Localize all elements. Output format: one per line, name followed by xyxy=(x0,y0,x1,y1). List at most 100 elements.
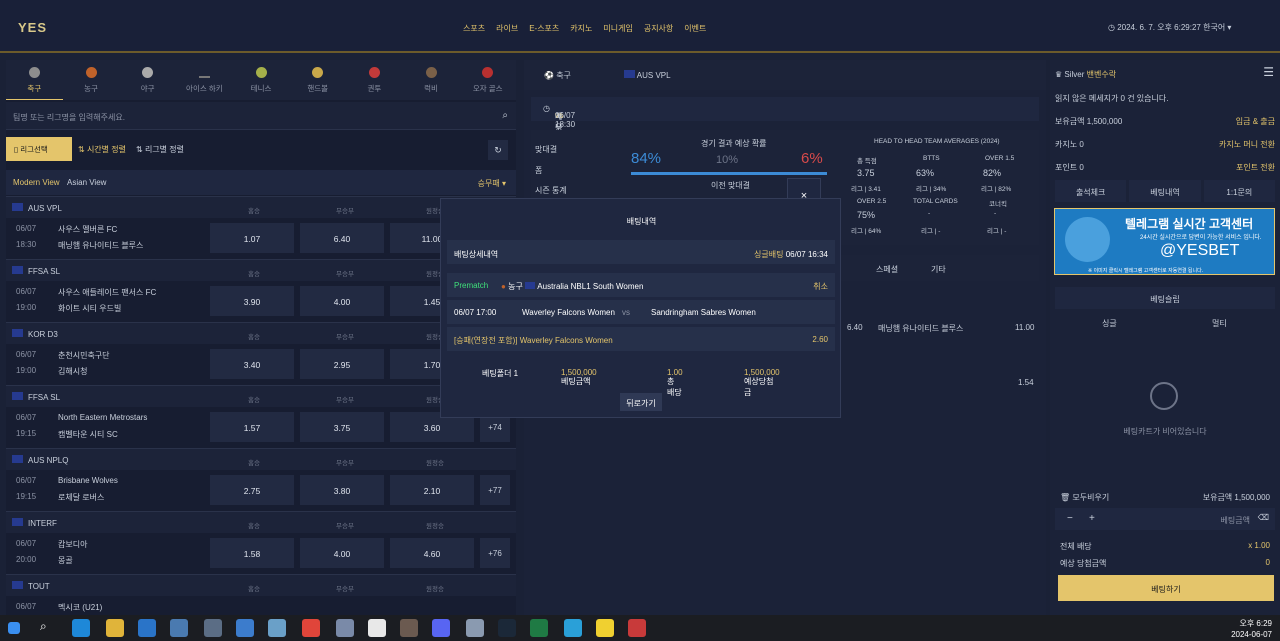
back-button[interactable]: 뒤로가기 xyxy=(620,393,662,411)
tab-baseball[interactable]: 야구 xyxy=(119,60,176,100)
sort-league-button[interactable]: ⇅ 리그별 정렬 xyxy=(136,144,184,155)
odd-away[interactable]: 2.10 xyxy=(390,475,474,505)
taskbar: ⌕ 오후 6:29 2024-06-07 xyxy=(0,615,1280,641)
modal-title: 배팅내역 xyxy=(626,217,657,226)
filter-row: ▯ 리그선택 ⇅ 시간별 정렬 ⇅ 리그별 정렬 ↻ xyxy=(6,137,516,163)
calculator-icon[interactable] xyxy=(204,619,222,637)
telegram-banner[interactable]: 텔레그램 실시간 고객센터 24시간 실시간으로 답변이 가능한 서비스 입니다… xyxy=(1054,208,1275,275)
search-icon[interactable]: ⌕ xyxy=(40,619,58,637)
tab-handball[interactable]: 핸드볼 xyxy=(289,60,346,100)
taskbar-clock[interactable]: 오후 6:29 2024-06-07 xyxy=(1231,618,1272,640)
folder-icon[interactable] xyxy=(106,619,124,637)
odd-draw[interactable]: 3.80 xyxy=(300,475,384,505)
odd-draw[interactable]: 3.75 xyxy=(300,412,384,442)
nav-sports[interactable]: 스포츠 xyxy=(463,23,485,34)
bet-amount-input[interactable]: − + 베팅금액 ⌫ xyxy=(1055,508,1275,530)
support-button[interactable]: 1:1문의 xyxy=(1203,180,1275,202)
flag-icon xyxy=(624,70,635,78)
point-convert-link[interactable]: 포인트 전환 xyxy=(1236,162,1275,173)
odd-home[interactable]: 1.57 xyxy=(210,412,294,442)
nav-event[interactable]: 이벤트 xyxy=(684,23,706,34)
market-odd[interactable]: 1.54 xyxy=(1018,378,1034,387)
odd-draw[interactable]: 4.00 xyxy=(300,538,384,568)
app-icon[interactable] xyxy=(170,619,188,637)
menu-icon[interactable]: ☰ xyxy=(1263,65,1274,79)
app-icon-3[interactable] xyxy=(336,619,354,637)
attendance-button[interactable]: 출석체크 xyxy=(1055,180,1127,202)
nav-notice[interactable]: 공지사항 xyxy=(644,23,673,34)
app-icon-2[interactable] xyxy=(268,619,286,637)
eraser-icon[interactable]: ⌫ xyxy=(1258,513,1269,522)
odd-away[interactable]: 4.60 xyxy=(390,538,474,568)
flag-icon xyxy=(12,455,23,463)
modern-view-button[interactable]: Modern View xyxy=(13,178,60,187)
nav-casino[interactable]: 카지노 xyxy=(570,23,592,34)
app-icon-6[interactable] xyxy=(628,619,646,637)
app-icon-4[interactable] xyxy=(400,619,418,637)
discord-icon[interactable] xyxy=(432,619,450,637)
unread-messages[interactable]: 읽지 않은 메세지가 0 건 있습니다. xyxy=(1055,93,1168,104)
more-markets-button[interactable]: +76 xyxy=(480,538,510,568)
mail-icon[interactable] xyxy=(138,619,156,637)
excel-icon[interactable] xyxy=(530,619,548,637)
kakaotalk-icon[interactable] xyxy=(596,619,614,637)
odd-draw[interactable]: 4.00 xyxy=(300,286,384,316)
notepad-icon[interactable] xyxy=(368,619,386,637)
deposit-withdraw-link[interactable]: 입금 & 출금 xyxy=(1236,116,1275,127)
tab-soccer[interactable]: 축구 xyxy=(6,60,63,100)
telegram-icon[interactable] xyxy=(564,619,582,637)
logo[interactable]: YES xyxy=(18,20,47,35)
language-select[interactable]: 한국어 xyxy=(1203,23,1225,32)
plus-icon[interactable]: + xyxy=(1089,513,1095,524)
more-markets-button[interactable]: +77 xyxy=(480,475,510,505)
steam-icon[interactable] xyxy=(498,619,516,637)
asian-view-button[interactable]: Asian View xyxy=(67,178,106,187)
match-row: 06/07 19:15 Brisbane Wolves 로체달 로버스 2.75 3.80… xyxy=(6,471,516,511)
tab-other[interactable]: 기타 xyxy=(931,264,946,275)
minus-icon[interactable]: − xyxy=(1067,513,1073,524)
league-select-button[interactable]: ▯ 리그선택 xyxy=(6,137,72,161)
tab-aussie-rules[interactable]: 오자 골스 xyxy=(459,60,516,100)
tab-tennis[interactable]: 테니스 xyxy=(233,60,290,100)
chrome-icon[interactable] xyxy=(302,619,320,637)
odd-draw[interactable]: 6.40 xyxy=(300,223,384,253)
flag-icon xyxy=(12,581,23,589)
tab-hockey[interactable]: 아이스 하키 xyxy=(176,60,233,100)
odd-home[interactable]: 2.75 xyxy=(210,475,294,505)
odd-home[interactable]: 3.40 xyxy=(210,349,294,379)
tab-rugby[interactable]: 럭비 xyxy=(403,60,460,100)
menu-h2h[interactable]: 맞대결 xyxy=(535,144,557,155)
tab-special[interactable]: 스페셜 xyxy=(876,264,898,275)
clear-all-button[interactable]: 🗑 모두비우기 xyxy=(1060,492,1109,503)
breadcrumb-league[interactable]: AUS VPL xyxy=(624,70,671,80)
edge-icon[interactable] xyxy=(72,619,90,637)
hockey-icon xyxy=(198,67,210,78)
place-bet-button[interactable]: 베팅하기 xyxy=(1058,575,1274,601)
odd-home[interactable]: 3.90 xyxy=(210,286,294,316)
refresh-icon[interactable]: ↻ xyxy=(488,140,508,160)
tab-multi[interactable]: 멀티 xyxy=(1212,318,1227,329)
tab-boxing[interactable]: 권투 xyxy=(346,60,403,100)
odd-home[interactable]: 1.07 xyxy=(210,223,294,253)
breadcrumb-sport[interactable]: ⚽ 축구 xyxy=(544,70,571,81)
windows-start-icon[interactable] xyxy=(8,622,20,634)
bet-history-button[interactable]: 베팅내역 xyxy=(1129,180,1201,202)
sort-time-button[interactable]: ⇅ 시간별 정렬 xyxy=(78,144,126,155)
casino-convert-link[interactable]: 카지노 머니 전환 xyxy=(1219,139,1275,150)
bet-detail-header: 배팅상세내역 싱글배팅 06/07 16:34 xyxy=(447,240,835,264)
market-select[interactable]: 승무패 ▾ xyxy=(478,178,506,189)
odd-draw[interactable]: 2.95 xyxy=(300,349,384,379)
app-icon-5[interactable] xyxy=(466,619,484,637)
nav-esports[interactable]: E-스포츠 xyxy=(529,23,559,34)
odd-home[interactable]: 1.58 xyxy=(210,538,294,568)
league-search-input[interactable]: 팀명 또는 리그명을 입력해주세요. ⌕ xyxy=(6,102,516,130)
menu-form[interactable]: 폼 xyxy=(535,165,542,176)
store-icon[interactable] xyxy=(236,619,254,637)
nav-minigame[interactable]: 미니게임 xyxy=(603,23,632,34)
tab-basketball[interactable]: 농구 xyxy=(63,60,120,100)
cancel-bet-button[interactable]: 취소 xyxy=(813,281,828,292)
nav-live[interactable]: 라이브 xyxy=(496,23,518,34)
tab-single[interactable]: 싱글 xyxy=(1102,318,1117,329)
menu-season[interactable]: 시즌 통계 xyxy=(535,185,567,196)
search-icon[interactable]: ⌕ xyxy=(502,110,508,121)
